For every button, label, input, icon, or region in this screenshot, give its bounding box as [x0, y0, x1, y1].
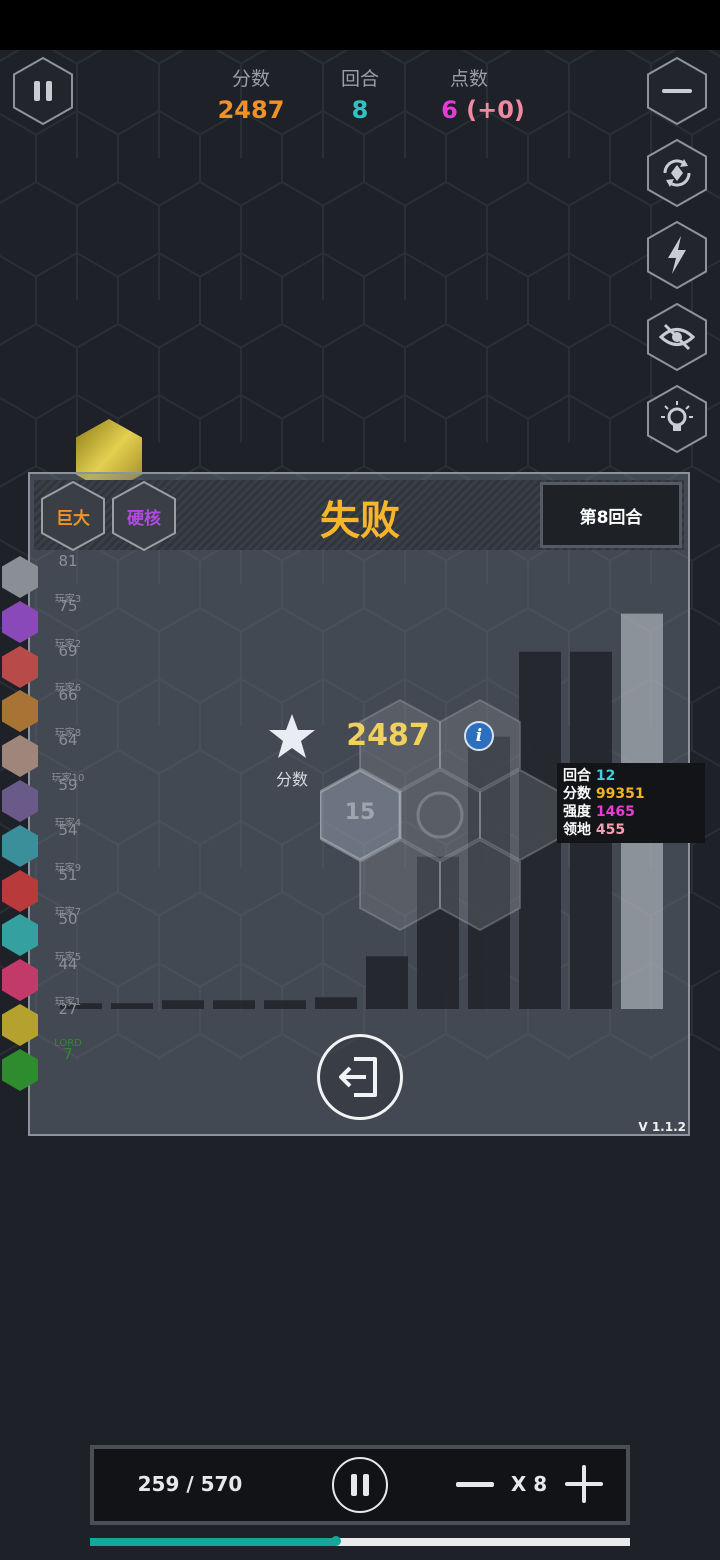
chart-bar: [366, 956, 408, 1009]
badge-hardcore-label: 硬核: [127, 509, 161, 529]
center-hex-number: 15: [344, 800, 376, 825]
star-icon: [269, 714, 315, 758]
tip-score-value: 99351: [595, 786, 645, 802]
exit-icon: [339, 1057, 377, 1097]
player-score: 44: [58, 955, 78, 974]
tip-strength-value: 1465: [595, 804, 635, 820]
replay-progress[interactable]: [90, 1536, 630, 1546]
replay-progress-knob[interactable]: [330, 1536, 341, 1546]
player-score: 81: [58, 552, 78, 570]
replay-counter: 259 / 570: [137, 1472, 243, 1496]
points-value: 6 (+0): [441, 96, 525, 124]
speed-minus-button[interactable]: [456, 1482, 494, 1487]
player-score: 51: [58, 865, 78, 884]
chart-bar: [264, 1000, 306, 1009]
round-indicator: 第8回合: [540, 482, 682, 548]
tip-territory-label: 领地: [563, 822, 591, 838]
speed-plus-button[interactable]: [564, 1464, 604, 1504]
chart-bar: [111, 1003, 153, 1009]
score-label: 分数: [231, 68, 270, 90]
info-icon[interactable]: i: [464, 721, 494, 751]
player-hex-icon: [2, 780, 38, 822]
player-score: 66: [58, 686, 78, 705]
version-label: V 1.1.2: [638, 1120, 686, 1134]
playback-pause-button[interactable]: [332, 1457, 388, 1513]
lightning-button[interactable]: [646, 220, 708, 290]
player-score: 59: [58, 776, 78, 794]
lightbulb-icon: [661, 401, 693, 431]
player-score: 54: [58, 820, 78, 839]
player-score: 50: [58, 910, 78, 929]
chart-bar: [213, 1000, 255, 1009]
eye-off-icon: [658, 323, 696, 351]
player-score: 64: [58, 731, 78, 750]
badge-hardcore: 硬核: [111, 480, 177, 552]
minus-button[interactable]: [646, 56, 708, 126]
chart-bar: [315, 997, 357, 1009]
tip-round-label: 回合: [563, 768, 591, 784]
player-hex-icon: [2, 600, 38, 643]
player-hex-icon: [2, 824, 38, 867]
player-hex-icon: [2, 869, 38, 912]
tip-territory-value: 455: [595, 822, 626, 838]
player-hex-icon: [2, 645, 38, 688]
exit-button[interactable]: [317, 1034, 403, 1120]
minus-icon: [662, 89, 692, 93]
pause-icon: [34, 81, 52, 101]
round-label: 回合: [340, 68, 379, 90]
pause-button[interactable]: [12, 56, 74, 126]
player-hex-icon: [2, 690, 38, 733]
result-score-value: 2487: [346, 718, 430, 753]
tip-score-label: 分数: [563, 786, 591, 802]
player-hex-icon: [2, 1004, 38, 1046]
player-score: 27: [58, 1000, 78, 1018]
pause-icon: [351, 1474, 369, 1496]
player-score: 75: [58, 596, 78, 615]
speed-label: X 8: [510, 1472, 548, 1496]
points-label: 点数: [449, 68, 488, 90]
hint-button[interactable]: [646, 384, 708, 454]
lightning-icon: [668, 236, 686, 274]
tip-strength-label: 强度: [563, 804, 591, 820]
result-title: 失败: [320, 498, 400, 544]
player-score: 7: [63, 1044, 73, 1063]
player-hex-icon: [2, 1048, 38, 1091]
player-hex-icon: [2, 914, 38, 957]
chart-bar: [162, 1000, 204, 1009]
plus-icon: [565, 1465, 603, 1503]
player-hex-icon: [2, 959, 38, 1002]
player-hex-icon: [2, 735, 38, 778]
tip-round-value: 12: [595, 768, 616, 784]
stats-tooltip: 回合 12 分数 99351 强度 1465 领地 455: [557, 763, 705, 843]
badge-giant: 巨大: [40, 480, 106, 552]
status-bar: [0, 0, 720, 50]
player-score: 69: [58, 641, 78, 660]
replay-progress-fill: [90, 1538, 336, 1546]
refresh-icon: [663, 159, 691, 187]
badge-giant-label: 巨大: [56, 509, 90, 529]
player-hex-icon: [2, 556, 38, 598]
result-score-label: 分数: [275, 770, 308, 789]
visibility-button[interactable]: [646, 302, 708, 372]
refresh-button[interactable]: [646, 138, 708, 208]
